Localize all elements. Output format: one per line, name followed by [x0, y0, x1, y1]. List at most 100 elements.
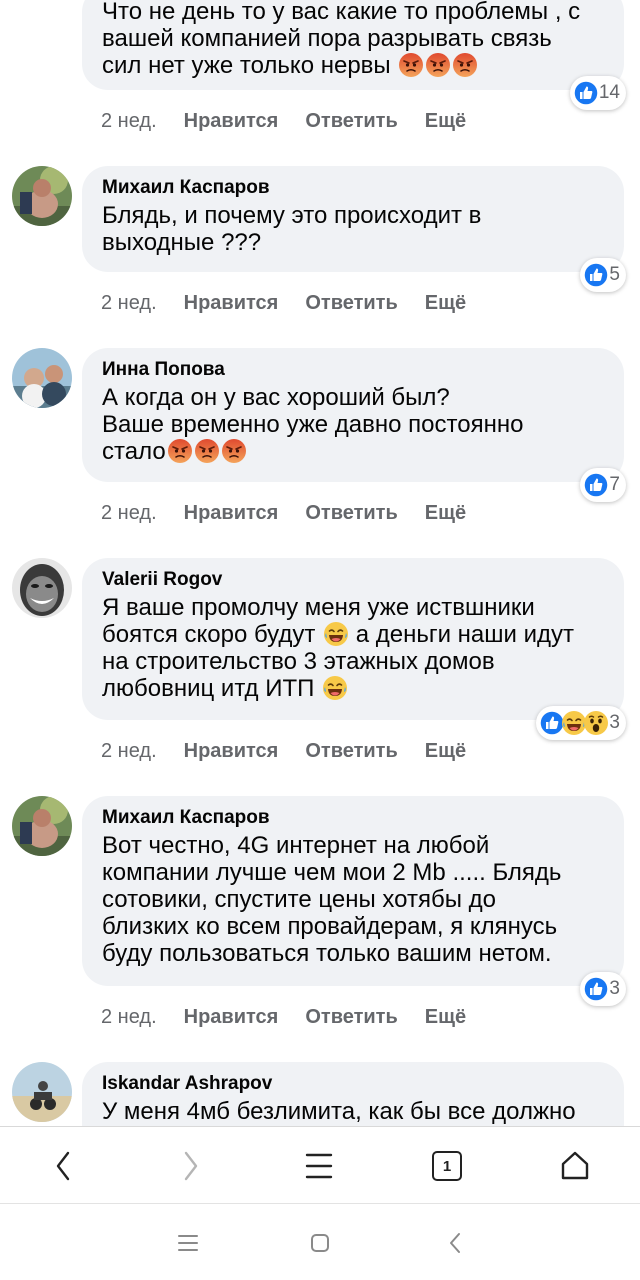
reaction-count: 5	[609, 264, 620, 285]
comment-time[interactable]: 2 нед.	[101, 1006, 157, 1029]
comment-actions: 2 нед. Нравится Ответить Ещё	[101, 498, 493, 528]
more-button[interactable]: Ещё	[425, 292, 466, 315]
comment-text-line: буду пользоваться только вашим нетом.	[102, 940, 552, 967]
angry-face-icon	[167, 438, 193, 464]
comment-time[interactable]: 2 нед.	[101, 740, 157, 763]
hamburger-menu-icon	[305, 1153, 333, 1179]
back-arrow-icon	[450, 1233, 460, 1253]
reaction-summary[interactable]: 14	[569, 76, 626, 110]
angry-face-icon	[425, 52, 451, 78]
avatar[interactable]	[12, 348, 72, 408]
comment-text-line: выходные ???	[102, 229, 262, 256]
home-button[interactable]	[555, 1146, 595, 1186]
laughing-face-icon	[322, 675, 348, 701]
comment-author[interactable]: Инна Попова	[102, 358, 604, 382]
chevron-left-icon	[56, 1151, 70, 1181]
comment-bubble: Михаил Каспаров Вот честно, 4G интернет …	[82, 796, 624, 986]
reaction-summary[interactable]: 5	[580, 258, 626, 292]
tab-count: 1	[442, 1157, 452, 1175]
comment-text-line: Я ваше промолчу меня уже иствшники	[102, 594, 535, 621]
back-button[interactable]	[43, 1146, 83, 1186]
comments-feed[interactable]: Что не день то у вас какие то проблемы ,…	[0, 0, 640, 1126]
comment-text-line: У меня 4мб безлимита, как бы все должно	[102, 1098, 576, 1125]
reply-button[interactable]: Ответить	[305, 110, 397, 133]
reaction-count: 7	[609, 474, 620, 495]
browser-toolbar: 1	[0, 1126, 640, 1204]
comment-actions: 2 нед. Нравится Ответить Ещё	[101, 736, 493, 766]
reaction-summary[interactable]: 7	[580, 468, 626, 502]
more-button[interactable]: Ещё	[425, 1006, 466, 1029]
comment-author[interactable]: Valerii Rogov	[102, 568, 604, 592]
comment-text-line: близких ко всем провайдерам, я клянусь	[102, 913, 558, 940]
comment-text-line: стало	[102, 438, 604, 465]
avatar[interactable]	[12, 1062, 72, 1122]
like-button[interactable]: Нравится	[184, 1006, 279, 1029]
comment-text-line: сил нет уже только нервы	[102, 52, 604, 79]
comment-text-line: боятся скоро будут а деньги наши идут	[102, 621, 575, 648]
like-button[interactable]: Нравится	[184, 740, 279, 763]
recent-apps-icon	[178, 1235, 198, 1251]
comment-actions: 2 нед. Нравится Ответить Ещё	[101, 1002, 493, 1032]
wow-face-icon	[583, 710, 609, 736]
reply-button[interactable]: Ответить	[305, 1006, 397, 1029]
reaction-summary[interactable]: 3	[536, 706, 626, 740]
comment-bubble: Михаил Каспаров Блядь, и почему это прои…	[82, 166, 624, 272]
comment-actions: 2 нед. Нравится Ответить Ещё	[101, 288, 493, 318]
comment-text-line: Блядь, и почему это происходит в	[102, 202, 482, 229]
comment-author[interactable]: Михаил Каспаров	[102, 176, 604, 200]
reaction-count: 3	[609, 712, 620, 733]
angry-face-icon	[452, 52, 478, 78]
reaction-count: 14	[598, 82, 620, 103]
chevron-right-icon	[184, 1151, 198, 1181]
comment-text-line: Ваше временно уже давно постоянно	[102, 411, 524, 438]
comment-time[interactable]: 2 нед.	[101, 292, 157, 315]
more-button[interactable]: Ещё	[425, 502, 466, 525]
thumbs-up-icon	[583, 262, 610, 288]
angry-face-icon	[194, 438, 220, 464]
comment-time[interactable]: 2 нед.	[101, 502, 157, 525]
menu-button[interactable]	[299, 1146, 339, 1186]
comment-text-line: вашей компанией пора разрывать связь	[102, 25, 552, 52]
home-icon	[561, 1151, 589, 1180]
more-button[interactable]: Ещё	[425, 740, 466, 763]
more-button[interactable]: Ещё	[425, 110, 466, 133]
comment-bubble: Что не день то у вас какие то проблемы ,…	[82, 0, 624, 90]
tabs-button[interactable]: 1	[427, 1146, 467, 1186]
back-nav-button[interactable]	[438, 1226, 472, 1260]
comment-author[interactable]: Михаил Каспаров	[102, 806, 604, 830]
reaction-summary[interactable]: 3	[580, 972, 626, 1006]
comment-time[interactable]: 2 нед.	[101, 110, 157, 133]
avatar[interactable]	[12, 166, 72, 226]
comment-actions: 2 нед. Нравится Ответить Ещё	[101, 106, 493, 136]
laughing-face-icon	[323, 621, 349, 647]
square-home-icon	[311, 1234, 329, 1252]
comment-text-line: компании лучше чем мои 2 Mb ..... Блядь	[102, 859, 562, 886]
thumbs-up-icon	[583, 976, 610, 1002]
comment-text-line: Что не день то у вас какие то проблемы ,…	[102, 0, 581, 25]
avatar[interactable]	[12, 796, 72, 856]
system-navigation-bar	[0, 1204, 640, 1280]
comment-text-line: сотовики, спустите цены хотябы до	[102, 886, 496, 913]
reply-button[interactable]: Ответить	[305, 502, 397, 525]
comment-text-line: на строительство 3 этажных домов	[102, 648, 495, 675]
home-nav-button[interactable]	[303, 1226, 337, 1260]
comment-author[interactable]: Iskandar Ashrapov	[102, 1072, 604, 1096]
forward-button[interactable]	[171, 1146, 211, 1186]
comment-bubble: Valerii Rogov Я ваше промолчу меня уже и…	[82, 558, 624, 720]
angry-face-icon	[398, 52, 424, 78]
recent-apps-button[interactable]	[171, 1226, 205, 1260]
comment-text-line: Вот честно, 4G интернет на любой	[102, 832, 490, 859]
comment-text-line: любовниц итд ИТП	[102, 675, 604, 702]
reaction-count: 3	[609, 978, 620, 999]
avatar[interactable]	[12, 558, 72, 618]
comment-text-line: А когда он у вас хороший был?	[102, 384, 450, 411]
angry-face-icon	[221, 438, 247, 464]
thumbs-up-icon	[583, 472, 610, 498]
comment-bubble: Инна Попова А когда он у вас хороший был…	[82, 348, 624, 482]
like-button[interactable]: Нравится	[184, 292, 279, 315]
like-button[interactable]: Нравится	[184, 502, 279, 525]
reply-button[interactable]: Ответить	[305, 740, 397, 763]
like-button[interactable]: Нравится	[184, 110, 279, 133]
thumbs-up-icon	[573, 80, 599, 106]
reply-button[interactable]: Ответить	[305, 292, 397, 315]
